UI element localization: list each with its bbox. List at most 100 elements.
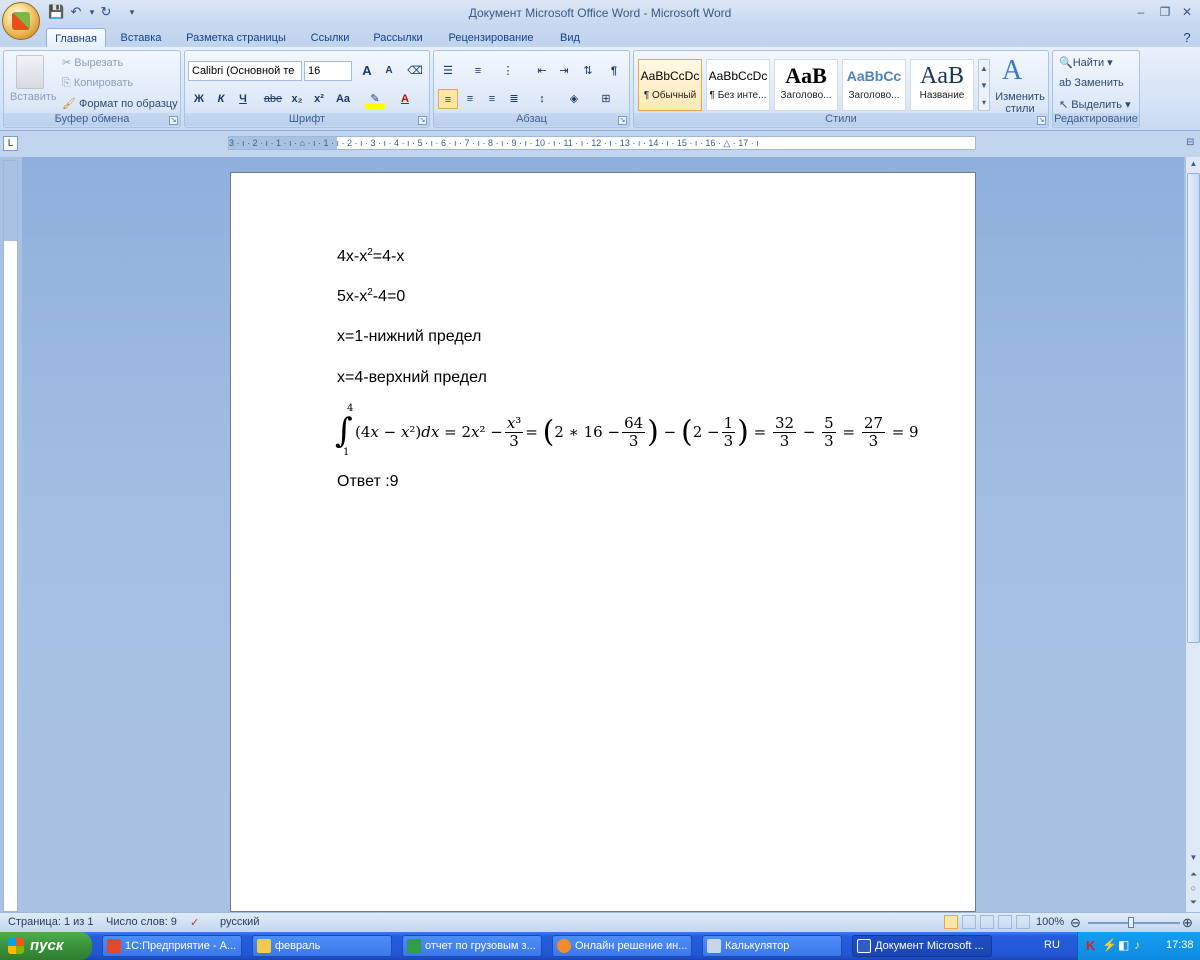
- increase-indent-icon[interactable]: ⇥: [554, 61, 574, 81]
- grow-font-button[interactable]: A: [357, 61, 377, 81]
- change-styles-icon[interactable]: A: [1002, 55, 1022, 87]
- view-ruler-icon[interactable]: ⊟: [1186, 137, 1198, 151]
- bold-button[interactable]: Ж: [189, 89, 209, 109]
- document-page[interactable]: 4x-x2=4-x 5x-x2-4=0 x=1-нижний предел x=…: [230, 172, 976, 912]
- integrand: (4𝑥 − 𝑥²)𝑑𝑥 = 2𝑥² −: [355, 423, 503, 441]
- subscript-button[interactable]: x₂: [287, 89, 307, 109]
- horizontal-ruler[interactable]: 3 · ı · 2 · ı · 1 · ı · ⌂ · ı · 1 · ı · …: [228, 136, 976, 150]
- minimize-button[interactable]: ‒: [1130, 3, 1152, 21]
- show-marks-button[interactable]: ¶: [604, 61, 624, 81]
- copy-button[interactable]: ⎘ Копировать: [62, 77, 133, 90]
- justify-icon[interactable]: ≣: [504, 89, 524, 109]
- input-language[interactable]: RU: [1044, 939, 1060, 951]
- prev-page-icon[interactable]: ⏶: [1187, 867, 1200, 881]
- paste-icon[interactable]: [16, 55, 44, 89]
- numbering-icon[interactable]: ≡: [468, 61, 488, 81]
- tab-review[interactable]: Рецензирование: [442, 28, 540, 48]
- paste-button[interactable]: Вставить: [10, 91, 57, 103]
- line-spacing-icon[interactable]: ↕: [532, 89, 552, 109]
- web-layout-icon[interactable]: [980, 915, 994, 929]
- style-no-spacing[interactable]: AaBbCcDc ¶ Без инте...: [706, 59, 770, 111]
- change-case-button[interactable]: Aa: [333, 89, 353, 109]
- word-count[interactable]: Число слов: 9: [106, 916, 177, 928]
- style-normal[interactable]: AaBbCcDc ¶ Обычный: [638, 59, 702, 111]
- page-indicator[interactable]: Страница: 1 из 1: [8, 916, 94, 928]
- bullets-icon[interactable]: ☰: [438, 61, 458, 81]
- scroll-thumb[interactable]: [1187, 173, 1200, 643]
- styles-launcher-icon[interactable]: ↘: [1037, 116, 1046, 125]
- sort-icon[interactable]: ⇅: [578, 61, 598, 81]
- zoom-out-icon[interactable]: ⊖: [1070, 915, 1081, 931]
- select-browse-object-icon[interactable]: ○: [1187, 881, 1200, 895]
- full-screen-reading-icon[interactable]: [962, 915, 976, 929]
- cut-button[interactable]: ✂ Вырезать: [62, 56, 123, 69]
- kaspersky-icon[interactable]: K: [1086, 938, 1095, 953]
- decrease-indent-icon[interactable]: ⇤: [532, 61, 552, 81]
- multilevel-list-icon[interactable]: ⋮: [498, 61, 518, 81]
- format-painter-button[interactable]: 🖌 Формат по образцу: [62, 97, 178, 110]
- paragraph-launcher-icon[interactable]: ↘: [618, 116, 627, 125]
- font-size-box[interactable]: 16: [304, 61, 352, 81]
- highlight-icon[interactable]: ✎: [365, 89, 385, 109]
- close-button[interactable]: ✕: [1176, 3, 1198, 21]
- strikethrough-button[interactable]: abe: [263, 89, 283, 109]
- style-heading2[interactable]: AaBbCc Заголово...: [842, 59, 906, 111]
- taskbar-item-folder[interactable]: февраль: [252, 935, 392, 957]
- tab-insert[interactable]: Вставка: [110, 28, 172, 48]
- style-title[interactable]: AaB Название: [910, 59, 974, 111]
- font-launcher-icon[interactable]: ↘: [418, 116, 427, 125]
- proofing-icon[interactable]: ✓: [190, 916, 199, 929]
- start-button[interactable]: пуск: [0, 932, 92, 960]
- taskbar-item-word[interactable]: Документ Microsoft ...: [852, 935, 992, 957]
- scroll-down-icon[interactable]: ▼: [1187, 851, 1200, 865]
- tab-mailings[interactable]: Рассылки: [366, 28, 430, 48]
- outline-view-icon[interactable]: [998, 915, 1012, 929]
- tab-view[interactable]: Вид: [552, 28, 588, 48]
- vertical-ruler[interactable]: [3, 160, 18, 912]
- tab-selector-icon[interactable]: L: [3, 136, 18, 151]
- zoom-level[interactable]: 100%: [1036, 916, 1064, 928]
- tab-page-layout[interactable]: Разметка страницы: [180, 28, 292, 48]
- taskbar-item-excel[interactable]: отчет по грузовым з...: [402, 935, 542, 957]
- draft-view-icon[interactable]: [1016, 915, 1030, 929]
- find-button[interactable]: 🔍Найти ▾: [1059, 56, 1113, 69]
- align-right-icon[interactable]: ≡: [482, 89, 502, 109]
- vertical-scrollbar[interactable]: ▲ ▼ ⏶ ○ ⏷: [1185, 157, 1200, 912]
- superscript-button[interactable]: x²: [309, 89, 329, 109]
- shrink-font-button[interactable]: A: [379, 61, 399, 81]
- italic-button[interactable]: К: [211, 89, 231, 109]
- zoom-in-icon[interactable]: ⊕: [1182, 915, 1193, 931]
- clipboard-launcher-icon[interactable]: ↘: [169, 116, 178, 125]
- language-indicator[interactable]: русский: [220, 916, 259, 928]
- tray-app-icon[interactable]: ◧: [1118, 938, 1129, 952]
- underline-button[interactable]: Ч: [233, 89, 253, 109]
- print-layout-icon[interactable]: [944, 915, 958, 929]
- taskbar-item-1c[interactable]: 1С:Предприятие - А...: [102, 935, 242, 957]
- align-left-icon[interactable]: ≡: [438, 89, 458, 109]
- next-page-icon[interactable]: ⏷: [1187, 895, 1200, 909]
- clock[interactable]: 17:38: [1166, 939, 1194, 951]
- replace-button[interactable]: ab Заменить: [1059, 77, 1124, 89]
- tab-references[interactable]: Ссылки: [302, 28, 358, 48]
- change-styles-button[interactable]: Изменить стили: [994, 91, 1046, 115]
- volume-icon[interactable]: ♪: [1134, 938, 1140, 952]
- shading-icon[interactable]: ◈: [564, 89, 584, 109]
- font-color-button[interactable]: A: [395, 89, 415, 109]
- tab-home[interactable]: Главная: [46, 28, 106, 48]
- zoom-slider[interactable]: [1088, 922, 1180, 924]
- help-icon[interactable]: ?: [1178, 28, 1196, 48]
- maximize-button[interactable]: ❐: [1154, 3, 1176, 21]
- font-name-box[interactable]: Calibri (Основной те: [188, 61, 302, 81]
- style-heading1[interactable]: AaB Заголово...: [774, 59, 838, 111]
- taskbar-item-browser[interactable]: Онлайн решение ин...: [552, 935, 692, 957]
- scroll-up-icon[interactable]: ▲: [1187, 157, 1200, 171]
- clear-formatting-icon[interactable]: ⌫: [405, 61, 425, 81]
- select-button[interactable]: ↖ Выделить ▾: [1059, 98, 1131, 111]
- zoom-slider-thumb[interactable]: [1128, 917, 1134, 928]
- styles-scroll-icon[interactable]: ▲ ▼ ▾: [978, 59, 990, 111]
- taskbar-item-calculator[interactable]: Калькулятор: [702, 935, 842, 957]
- network-icon[interactable]: ⚡: [1102, 938, 1117, 952]
- borders-icon[interactable]: ⊞: [596, 89, 616, 109]
- align-center-icon[interactable]: ≡: [460, 89, 480, 109]
- office-button[interactable]: [2, 2, 40, 40]
